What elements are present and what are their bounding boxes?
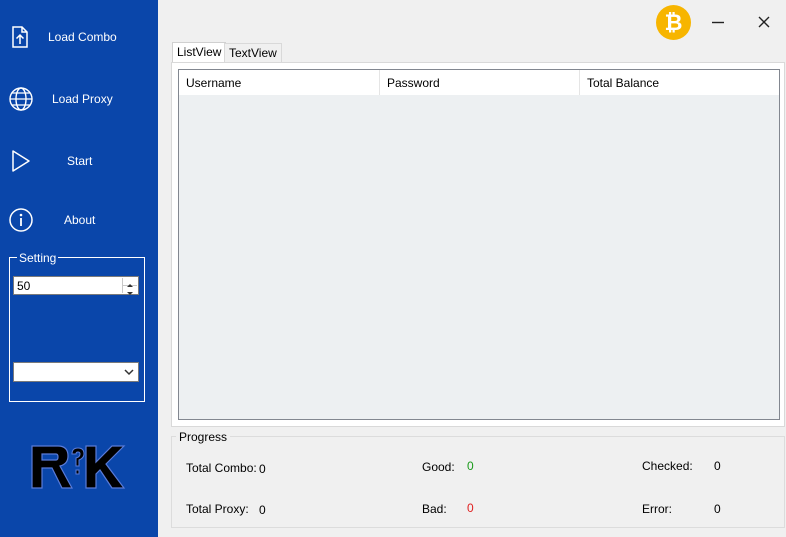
chevron-down-icon [124, 369, 134, 376]
column-total-balance[interactable]: Total Balance [580, 70, 779, 95]
column-username-label: Username [186, 76, 242, 90]
close-icon [758, 16, 770, 28]
column-password[interactable]: Password [380, 70, 580, 95]
bad-value: 0 [467, 501, 474, 515]
setting-legend: Setting [17, 251, 59, 265]
tab-textview-label: TextView [229, 46, 277, 60]
good-value: 0 [467, 459, 474, 473]
checked-value: 0 [714, 459, 721, 473]
start-label: Start [67, 154, 93, 168]
progress-legend: Progress [176, 430, 231, 444]
chevron-down-icon [127, 292, 133, 295]
load-proxy-button[interactable]: Load Proxy [0, 78, 158, 118]
tab-listview-label: ListView [177, 45, 222, 59]
load-proxy-label: Load Proxy [52, 92, 113, 106]
list-header: Username Password Total Balance [179, 70, 779, 95]
tab-textview[interactable]: TextView [224, 43, 282, 62]
total-combo-label: Total Combo: [186, 461, 257, 475]
bitcoin-button[interactable]: ₿ [656, 5, 691, 40]
globe-icon [9, 87, 33, 111]
spin-down-button[interactable] [123, 286, 137, 295]
sidebar: Load Combo Load Proxy Start About Settin… [0, 0, 158, 537]
start-button[interactable]: Start [0, 140, 158, 180]
about-label: About [64, 213, 96, 227]
total-proxy-label: Total Proxy: [186, 502, 249, 516]
load-combo-label: Load Combo [48, 30, 117, 44]
setting-dropdown[interactable] [13, 362, 139, 382]
info-icon [9, 208, 33, 232]
column-username[interactable]: Username [179, 70, 380, 95]
app-logo [31, 445, 126, 489]
load-combo-button[interactable]: Load Combo [0, 16, 158, 56]
total-proxy-value: 0 [259, 503, 266, 517]
bitcoin-icon: ₿ [665, 10, 683, 35]
results-list[interactable]: Username Password Total Balance [178, 69, 780, 420]
spin-up-button[interactable] [123, 278, 137, 287]
svg-text:₿: ₿ [665, 10, 683, 35]
bad-label: Bad: [422, 502, 447, 516]
total-combo-value: 0 [259, 462, 266, 476]
upload-file-icon [12, 26, 28, 48]
minimize-icon [712, 21, 724, 24]
tab-listview[interactable]: ListView [172, 42, 227, 63]
column-total-balance-label: Total Balance [587, 76, 660, 90]
error-label: Error: [642, 502, 672, 516]
minimize-button[interactable] [706, 10, 730, 34]
play-icon [12, 150, 30, 172]
threads-value[interactable]: 50 [17, 279, 30, 293]
close-button[interactable] [752, 10, 776, 34]
about-button[interactable]: About [0, 199, 158, 239]
error-value: 0 [714, 502, 721, 516]
column-password-label: Password [387, 76, 440, 90]
threads-stepper[interactable]: 50 [13, 276, 139, 295]
spinner [122, 278, 137, 295]
checked-label: Checked: [642, 459, 693, 473]
good-label: Good: [422, 460, 455, 474]
